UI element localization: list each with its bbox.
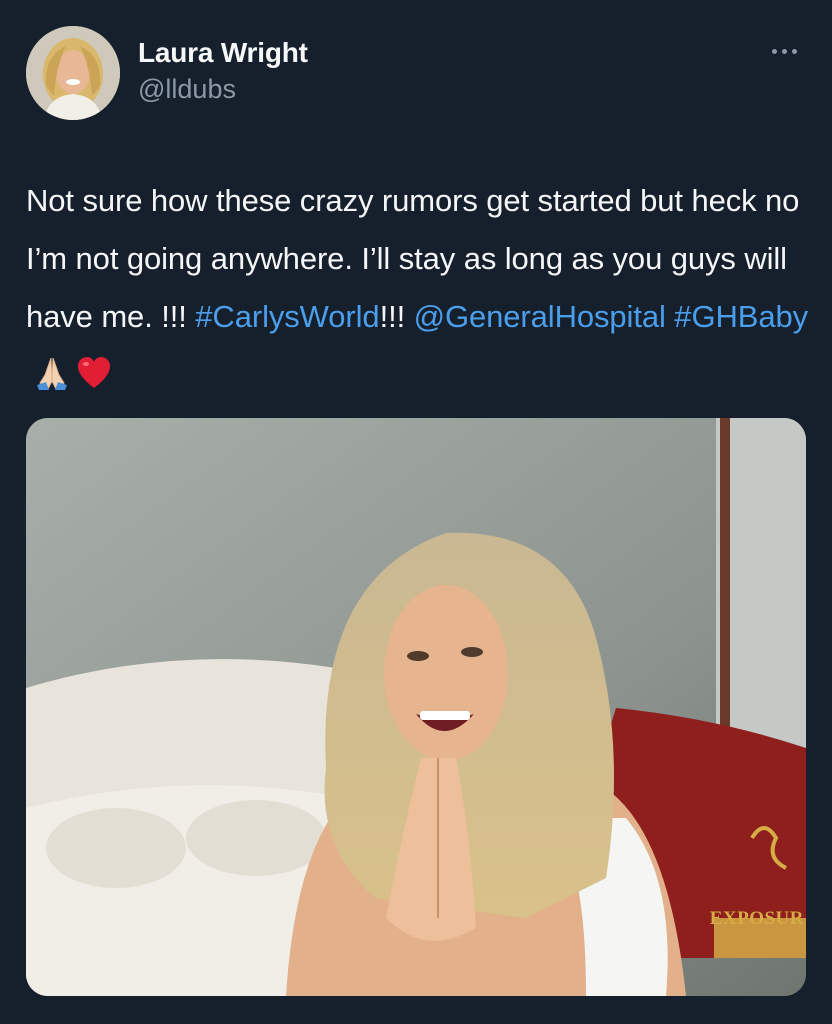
author-names: Laura Wright @lldubs: [138, 36, 308, 106]
photo-image-icon: [26, 418, 806, 996]
hashtag-link-carlysworld[interactable]: #CarlysWorld: [195, 299, 379, 334]
more-horizontal-icon: [781, 48, 787, 54]
red-heart-icon: [78, 357, 110, 388]
display-name[interactable]: Laura Wright: [138, 36, 308, 70]
avatar-photo-icon: [26, 26, 120, 120]
tweet-text-exclaim: !!!: [379, 299, 414, 334]
tweet-card: Laura Wright @lldubs Not sure how these …: [0, 0, 832, 1024]
hashtag-link-ghbaby[interactable]: #GHBaby: [674, 299, 808, 334]
tweet-text: Not sure how these crazy rumors get star…: [26, 172, 816, 404]
avatar[interactable]: [26, 26, 120, 120]
more-horizontal-icon: [771, 48, 777, 54]
folded-hands-icon: [37, 357, 67, 390]
watermark-text: EXPOSUR: [709, 908, 804, 929]
tweet-header: Laura Wright @lldubs: [26, 26, 806, 122]
more-options-button[interactable]: [762, 36, 806, 66]
mention-link-generalhospital[interactable]: @GeneralHospital: [414, 299, 666, 334]
user-handle[interactable]: @lldubs: [138, 72, 308, 106]
tweet-media-photo[interactable]: EXPOSUR: [26, 418, 806, 996]
more-horizontal-icon: [791, 48, 797, 54]
